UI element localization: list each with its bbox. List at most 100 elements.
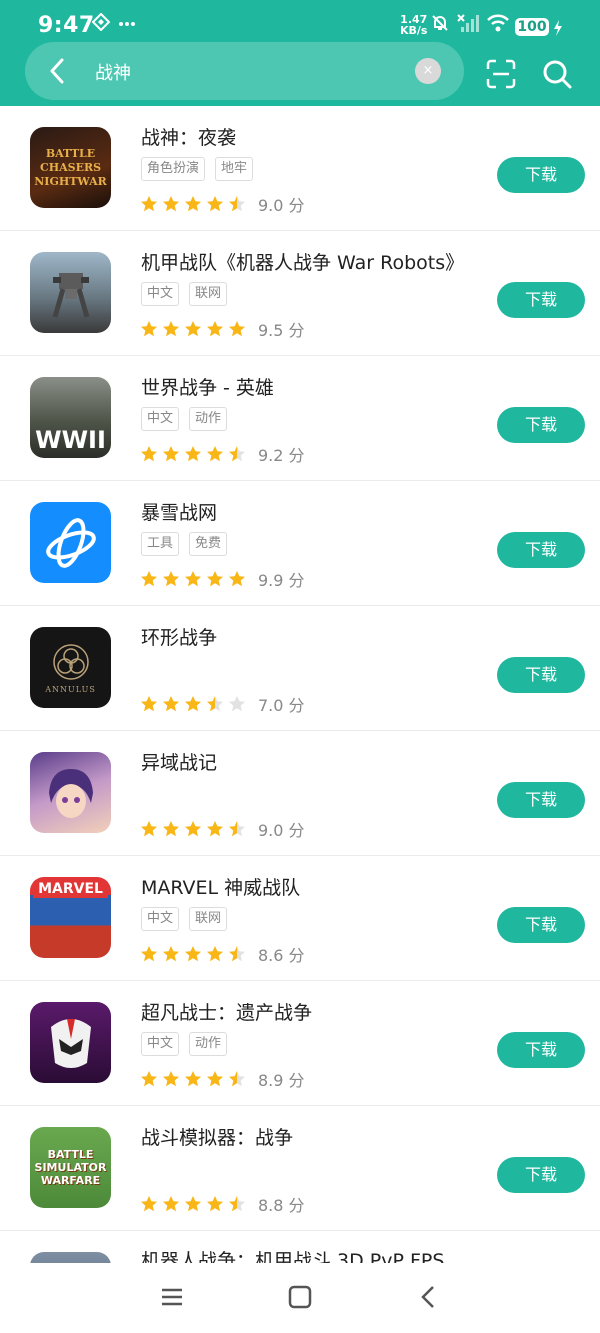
app-tags: 中文 动作 <box>141 1032 237 1056</box>
list-item[interactable]: 异域战记 9.0 分 下载 <box>0 731 600 856</box>
app-tag: 中文 <box>141 282 180 306</box>
list-item[interactable]: 机甲战队《机器人战争 War Robots》 中文 联网 9.5 分 下载 <box>0 231 600 356</box>
star-icon <box>185 1196 201 1212</box>
star-icon <box>207 696 223 712</box>
character-icon <box>48 768 93 818</box>
status-time: 9:47 <box>38 13 95 38</box>
star-icon <box>229 321 245 337</box>
star-icon <box>141 446 157 462</box>
star-icon <box>207 1071 223 1087</box>
rating-score: 9.0 分 <box>258 196 305 215</box>
list-item[interactable]: WWII 世界战争 - 英雄 中文 动作 9.2 分 下载 <box>0 356 600 481</box>
app-tag: 角色扮演 <box>141 157 206 181</box>
app-tag: 工具 <box>141 532 180 556</box>
app-icon-text: WWII <box>35 426 106 454</box>
app-tag: 中文 <box>141 407 180 431</box>
back-icon[interactable] <box>49 58 65 88</box>
annulus-logo-icon <box>52 643 89 680</box>
list-item[interactable]: MARVEL MARVEL 神威战队 中文 联网 8.6 分 下载 <box>0 856 600 981</box>
app-tags: 角色扮演 地牢 <box>141 157 263 181</box>
menu-icon[interactable] <box>160 1285 184 1313</box>
download-button[interactable]: 下载 <box>497 1157 585 1193</box>
list-item[interactable]: BATTLE CHASERS NIGHTWAR 战神：夜袭 角色扮演 地牢 9.… <box>0 106 600 231</box>
home-icon[interactable] <box>288 1285 312 1313</box>
star-icon <box>141 1196 157 1212</box>
app-icon-war-robots <box>30 252 111 333</box>
clear-search-icon[interactable]: × <box>415 58 441 84</box>
star-icon <box>141 946 157 962</box>
star-rating: 9.9 分 <box>140 567 305 591</box>
list-item[interactable]: 机器人战争：机甲战斗 3D PvP FPS <box>0 1231 600 1263</box>
app-icon-yiyu-zhanji <box>30 752 111 833</box>
app-tags: 中文 联网 <box>141 282 237 306</box>
download-button[interactable]: 下载 <box>497 282 585 318</box>
app-tags: 中文 动作 <box>141 407 237 431</box>
star-icon <box>229 571 245 587</box>
search-bar[interactable]: × <box>25 42 464 100</box>
star-icon <box>185 571 201 587</box>
app-icon-text: BATTLE SIMULATOR WARFARE <box>34 1148 107 1187</box>
rating-score: 9.0 分 <box>258 821 305 840</box>
app-name[interactable]: 世界战争 - 英雄 <box>141 373 274 400</box>
app-icon-text: MARVEL <box>33 880 108 898</box>
star-icon <box>207 821 223 837</box>
star-icon <box>207 196 223 212</box>
star-icon <box>163 946 179 962</box>
star-rating: 9.2 分 <box>140 442 305 466</box>
app-name[interactable]: 战神：夜袭 <box>141 123 236 150</box>
star-icon <box>141 1071 157 1087</box>
app-tags: 工具 免费 <box>141 532 237 556</box>
rating-score: 9.2 分 <box>258 446 305 465</box>
star-icon <box>207 571 223 587</box>
download-button[interactable]: 下载 <box>497 782 585 818</box>
battery-indicator: 100 <box>515 18 549 36</box>
signal-icon <box>456 13 480 37</box>
star-icon <box>207 321 223 337</box>
search-icon[interactable] <box>542 59 572 89</box>
more-icon <box>118 14 136 33</box>
star-icon <box>141 196 157 212</box>
list-item[interactable]: ANNULUS 环形战争 7.0 分 下载 <box>0 606 600 731</box>
app-tags: 中文 联网 <box>141 907 237 931</box>
app-name[interactable]: 异域战记 <box>141 748 217 775</box>
app-icon-power-rangers <box>30 1002 111 1083</box>
app-name[interactable]: 战斗模拟器：战争 <box>141 1123 293 1150</box>
charging-icon <box>553 20 563 40</box>
star-rating: 8.6 分 <box>140 942 305 966</box>
list-item[interactable]: 超凡战士：遗产战争 中文 动作 8.9 分 下载 <box>0 981 600 1106</box>
app-name[interactable]: 超凡战士：遗产战争 <box>141 998 312 1025</box>
star-icon <box>185 696 201 712</box>
rating-score: 9.9 分 <box>258 571 305 590</box>
app-icon-text: ANNULUS <box>45 684 96 694</box>
list-item[interactable]: 暴雪战网 工具 免费 9.9 分 下载 <box>0 481 600 606</box>
app-name[interactable]: 机甲战队《机器人战争 War Robots》 <box>141 248 464 275</box>
star-icon <box>141 696 157 712</box>
search-input[interactable] <box>93 52 417 92</box>
app-tag: 动作 <box>189 1032 228 1056</box>
app-name[interactable]: MARVEL 神威战队 <box>141 873 300 900</box>
star-icon <box>229 1196 245 1212</box>
star-icon <box>185 946 201 962</box>
star-icon <box>163 571 179 587</box>
back-nav-icon[interactable] <box>418 1285 438 1313</box>
download-button[interactable]: 下载 <box>497 532 585 568</box>
app-icon-battle-simulator: BATTLE SIMULATOR WARFARE <box>30 1127 111 1208</box>
top-bar: 9:47 1.47 KB/s 100 × <box>0 0 600 106</box>
app-icon-marvel: MARVEL <box>30 877 111 958</box>
app-name[interactable]: 机器人战争：机甲战斗 3D PvP FPS <box>141 1246 444 1263</box>
download-button[interactable]: 下载 <box>497 657 585 693</box>
app-name[interactable]: 暴雪战网 <box>141 498 217 525</box>
diamond-icon <box>91 12 111 35</box>
app-name[interactable]: 环形战争 <box>141 623 217 650</box>
download-button[interactable]: 下载 <box>497 907 585 943</box>
star-icon <box>141 821 157 837</box>
star-rating: 9.0 分 <box>140 192 305 216</box>
download-button[interactable]: 下载 <box>497 1032 585 1068</box>
star-icon <box>163 321 179 337</box>
download-button[interactable]: 下载 <box>497 407 585 443</box>
list-item[interactable]: BATTLE SIMULATOR WARFARE 战斗模拟器：战争 8.8 分 … <box>0 1106 600 1231</box>
app-icon-war-robots-pvp <box>30 1252 111 1263</box>
download-button[interactable]: 下载 <box>497 157 585 193</box>
status-bar: 9:47 1.47 KB/s 100 <box>0 0 600 42</box>
scan-icon[interactable] <box>486 59 516 89</box>
